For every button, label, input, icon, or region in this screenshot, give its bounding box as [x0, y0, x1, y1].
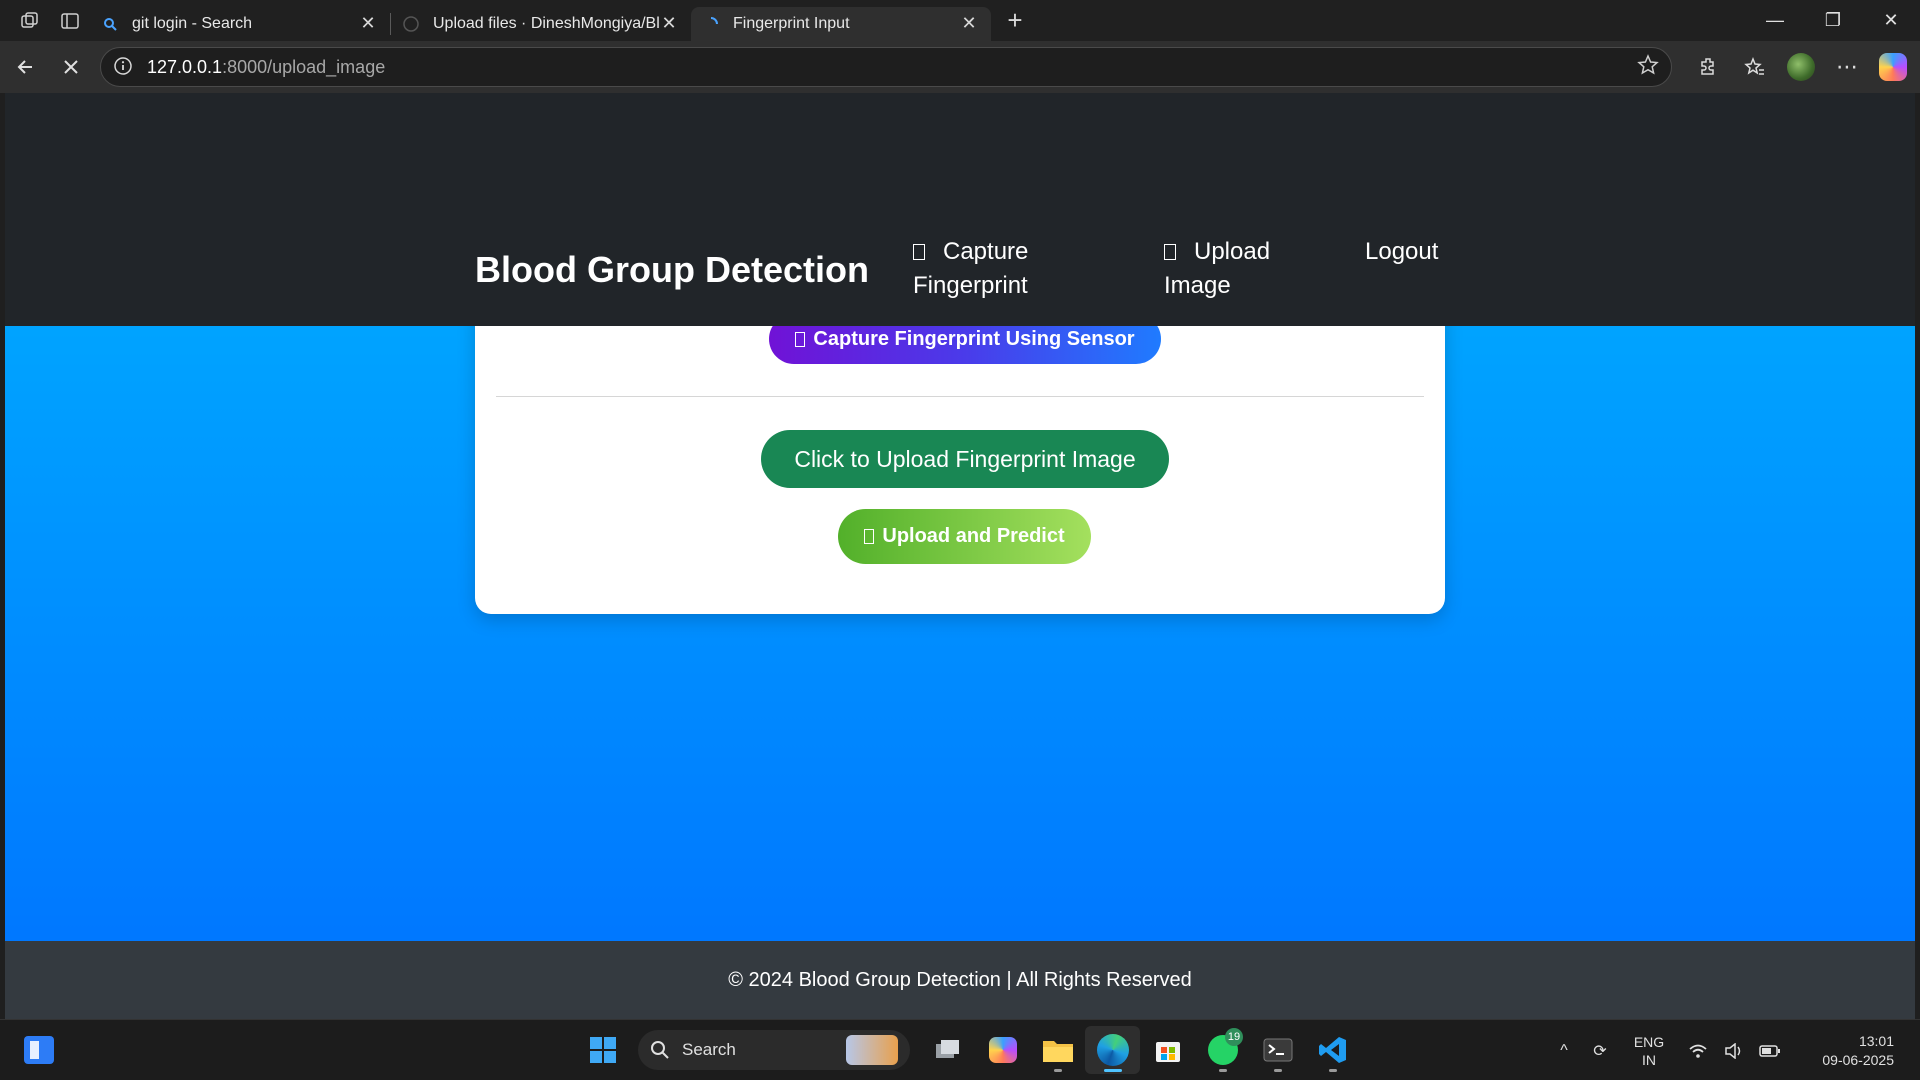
close-icon[interactable]: ✕	[659, 13, 679, 34]
page-footer: © 2024 Blood Group Detection | All Right…	[5, 941, 1915, 1019]
nav-capture-line1: Capture	[943, 238, 1029, 265]
running-indicator	[1329, 1069, 1337, 1072]
whatsapp-icon[interactable]: 19	[1195, 1026, 1250, 1074]
vscode-icon[interactable]	[1305, 1026, 1360, 1074]
search-icon	[651, 1041, 669, 1059]
loading-icon	[703, 16, 719, 32]
browser-tab-bar: git login - Search ✕ Upload files · Dine…	[0, 0, 1920, 41]
taskbar-search[interactable]: Search	[638, 1030, 910, 1070]
language-region: IN	[1642, 1051, 1656, 1068]
tab-fingerprint-input[interactable]: Fingerprint Input ✕	[691, 6, 991, 41]
avatar-image	[1787, 53, 1815, 81]
nav-link-capture-fingerprint-overlay[interactable]: Capture Fingerprint	[913, 235, 1028, 303]
close-window-icon[interactable]: ✕	[1862, 0, 1920, 41]
start-icon[interactable]	[580, 1027, 626, 1073]
system-tray: ^ ⟳ ENG IN 13:01 09-06-2025	[1546, 1020, 1920, 1080]
url-host: 127.0.0.1	[147, 56, 223, 77]
extensions-icon[interactable]	[1686, 47, 1732, 87]
chevron-up-icon[interactable]: ^	[1546, 1042, 1582, 1060]
vertical-tabs-icon[interactable]	[50, 0, 90, 41]
clock[interactable]: 13:01 09-06-2025	[1798, 1032, 1894, 1070]
copilot-logo	[1879, 53, 1907, 81]
microsoft-store-icon[interactable]	[1140, 1026, 1195, 1074]
nav-capture-line2: Fingerprint	[913, 272, 1028, 299]
running-indicator	[1054, 1069, 1062, 1072]
more-options-icon[interactable]: ⋯	[1824, 47, 1870, 87]
edge-icon[interactable]	[1085, 1026, 1140, 1074]
url-path: :8000/upload_image	[222, 56, 386, 77]
search-highlight-icon	[846, 1035, 898, 1065]
tab-title: Fingerprint Input	[733, 14, 850, 32]
restore-icon[interactable]: ❐	[1804, 0, 1862, 41]
favorites-icon[interactable]	[1732, 47, 1778, 87]
window-controls: — ❐ ✕	[1746, 0, 1920, 41]
address-bar-row: 127.0.0.1:8000/upload_image ⋯	[0, 41, 1920, 93]
file-explorer-icon[interactable]	[1030, 1026, 1085, 1074]
nav-upload-line2: Image	[1164, 272, 1231, 299]
stop-loading-icon[interactable]	[48, 47, 94, 87]
nav-upload-line1: Upload	[1194, 238, 1271, 265]
close-icon[interactable]: ✕	[959, 13, 979, 34]
language-code: ENG	[1633, 1033, 1665, 1050]
widgets-icon[interactable]	[24, 1036, 54, 1064]
upload-and-predict-button[interactable]: Upload and Predict	[838, 509, 1091, 564]
tab-upload-files[interactable]: Upload files · DineshMongiya/Blo ✕	[391, 7, 691, 41]
github-icon	[403, 15, 419, 32]
capture-button-label: Capture Fingerprint Using Sensor	[813, 327, 1135, 350]
tab-title: Upload files · DineshMongiya/Blo	[433, 14, 659, 32]
sync-icon[interactable]: ⟳	[1582, 1041, 1618, 1061]
wifi-icon[interactable]	[1680, 1043, 1716, 1059]
language-indicator[interactable]: ENG IN	[1624, 1033, 1674, 1069]
minimize-icon[interactable]: —	[1746, 0, 1804, 41]
battery-icon[interactable]	[1752, 1044, 1788, 1057]
browser-toolbar: ⋯	[1686, 47, 1916, 87]
nav-link-upload-image-overlay[interactable]: Upload Image	[1164, 235, 1270, 303]
fingerprint-icon	[795, 331, 806, 347]
favorite-star-icon[interactable]	[1637, 53, 1659, 81]
site-info-icon[interactable]	[113, 56, 135, 78]
new-tab-icon[interactable]: +	[995, 0, 1035, 41]
nav-link-logout-overlay[interactable]: Logout	[1365, 235, 1438, 269]
terminal-icon[interactable]	[1250, 1026, 1305, 1074]
tab-title: git login - Search	[132, 14, 253, 32]
task-view-icon[interactable]	[920, 1026, 975, 1074]
clock-time: 13:01	[1858, 1032, 1894, 1049]
running-indicator	[1104, 1069, 1122, 1072]
workspaces-icon[interactable]	[10, 0, 50, 41]
running-indicator	[1274, 1069, 1282, 1072]
clock-date: 09-06-2025	[1822, 1051, 1894, 1068]
taskbar-apps: Search 19	[580, 1026, 1360, 1074]
predict-button-label: Upload and Predict	[882, 525, 1065, 547]
profile-avatar[interactable]	[1778, 47, 1824, 87]
back-icon[interactable]	[2, 47, 48, 87]
close-icon[interactable]: ✕	[358, 13, 378, 34]
running-indicator	[1219, 1069, 1227, 1072]
url-text: 127.0.0.1:8000/upload_image	[147, 57, 1637, 78]
upload-icon	[864, 529, 875, 544]
copilot-icon[interactable]	[1870, 47, 1916, 87]
divider	[496, 396, 1424, 397]
page-viewport: Blood Group Detection Capture Fingerprin…	[5, 93, 1915, 1019]
upload-icon	[1164, 244, 1176, 260]
upload-file-button[interactable]: Click to Upload Fingerprint Image	[761, 430, 1169, 488]
search-icon	[102, 16, 118, 32]
tab-git-login-search[interactable]: git login - Search ✕	[90, 7, 390, 41]
copilot-taskbar-icon[interactable]	[975, 1026, 1030, 1074]
notification-badge: 19	[1225, 1028, 1243, 1046]
volume-icon[interactable]	[1716, 1042, 1752, 1059]
taskbar-search-label: Search	[682, 1040, 736, 1059]
navbar-overlay: Blood Group Detection Capture Fingerprin…	[5, 93, 1915, 326]
fingerprint-icon	[913, 244, 925, 260]
address-input[interactable]: 127.0.0.1:8000/upload_image	[100, 47, 1672, 87]
navbar-brand-overlay[interactable]: Blood Group Detection	[475, 249, 869, 291]
windows-taskbar: Search 19 ^ ⟳ ENG IN 13:01 09-06-2025	[0, 1019, 1920, 1080]
